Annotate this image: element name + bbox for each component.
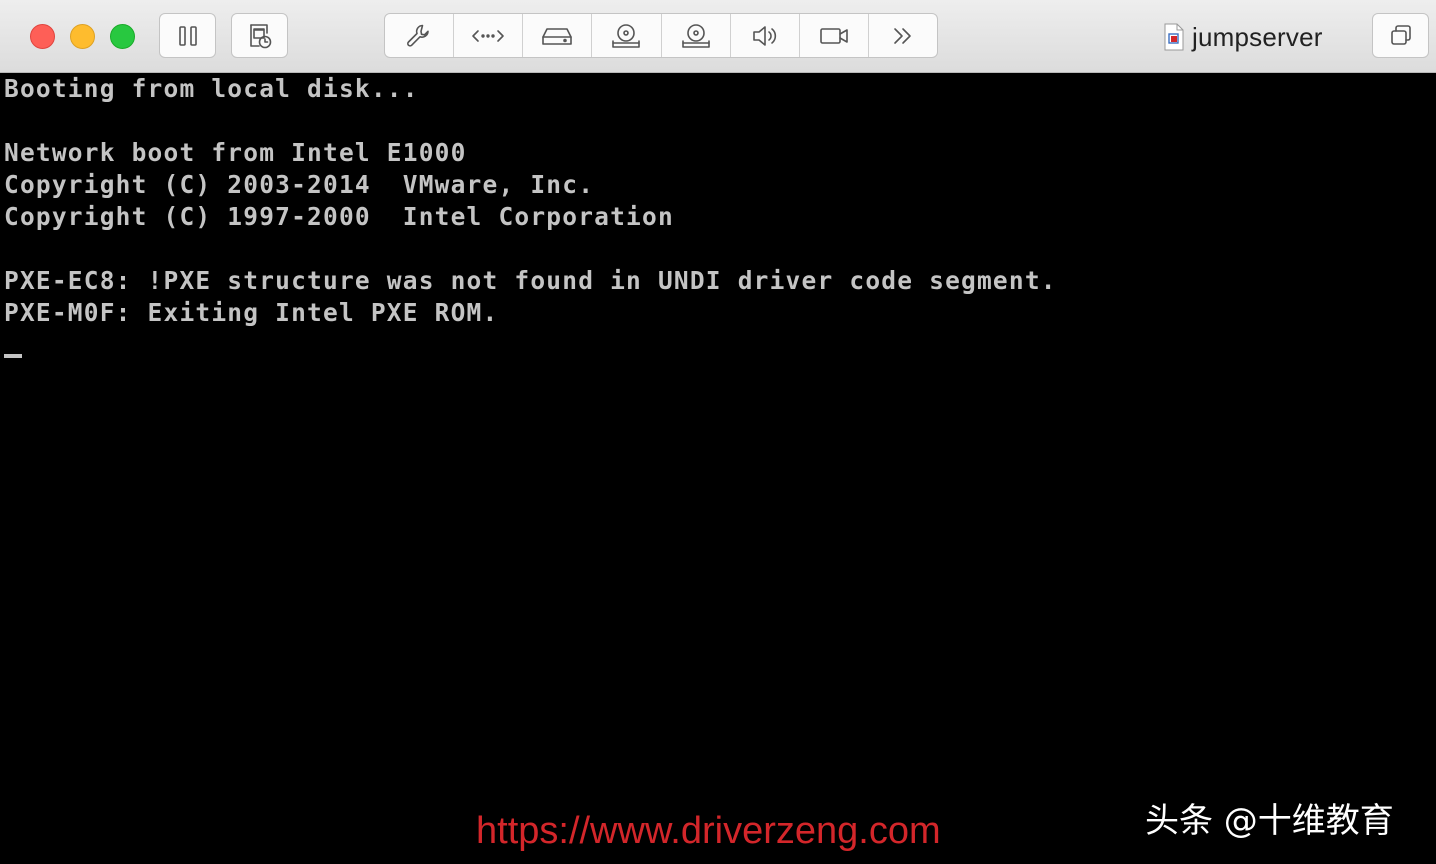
- snapshot-icon: [249, 23, 271, 48]
- window-restore-button[interactable]: [1372, 13, 1429, 58]
- snapshot-button[interactable]: [231, 13, 288, 58]
- hard-disk-icon: [542, 27, 573, 45]
- send-keys-button[interactable]: [454, 14, 524, 57]
- cd-dvd-drive-1-button[interactable]: [592, 14, 662, 57]
- optical-drive-icon: [612, 23, 641, 48]
- camera-icon: [820, 27, 848, 44]
- code-arrows-icon: [472, 29, 504, 42]
- optical-drive-icon: [681, 23, 710, 48]
- wrench-icon: [407, 24, 429, 47]
- pause-button[interactable]: [159, 13, 216, 58]
- speaker-icon: [752, 25, 776, 46]
- close-window-button[interactable]: [30, 24, 55, 49]
- chevron-double-right-icon: [894, 27, 911, 44]
- watermark-brand: 头条 @十维教育: [1145, 801, 1394, 841]
- console-cursor: [4, 354, 22, 358]
- vm-document-icon: [1164, 23, 1184, 51]
- vm-device-toolbar: [384, 13, 938, 58]
- console-line: Network boot from Intel E1000: [4, 138, 467, 167]
- cd-dvd-drive-2-button[interactable]: [662, 14, 731, 57]
- console-line: PXE-EC8: !PXE structure was not found in…: [4, 266, 1057, 295]
- vm-name-label: jumpserver: [1192, 21, 1323, 52]
- more-toolbar-items-button[interactable]: [869, 14, 937, 57]
- window-restore-icon: [1390, 24, 1411, 45]
- console-line: Booting from local disk...: [4, 74, 419, 103]
- hard-disk-button[interactable]: [523, 14, 593, 57]
- zoom-window-button[interactable]: [110, 24, 135, 49]
- window-titlebar: jumpserver: [0, 0, 1436, 73]
- watermark-url: https://www.driverzeng.com: [476, 810, 941, 852]
- sound-button[interactable]: [731, 14, 800, 57]
- console-line: PXE-M0F: Exiting Intel PXE ROM.: [4, 298, 499, 327]
- settings-button[interactable]: [385, 14, 455, 57]
- console-line: Copyright (C) 2003-2014 VMware, Inc.: [4, 170, 595, 199]
- minimize-window-button[interactable]: [70, 24, 95, 49]
- pause-icon: [178, 25, 197, 46]
- vm-console[interactable]: Booting from local disk... Network boot …: [0, 73, 1436, 864]
- vm-title: jumpserver: [1164, 18, 1323, 56]
- vm-window: jumpserver Booting from local disk... Ne…: [0, 0, 1436, 864]
- camera-button[interactable]: [800, 14, 869, 57]
- console-line: Copyright (C) 1997-2000 Intel Corporatio…: [4, 202, 674, 231]
